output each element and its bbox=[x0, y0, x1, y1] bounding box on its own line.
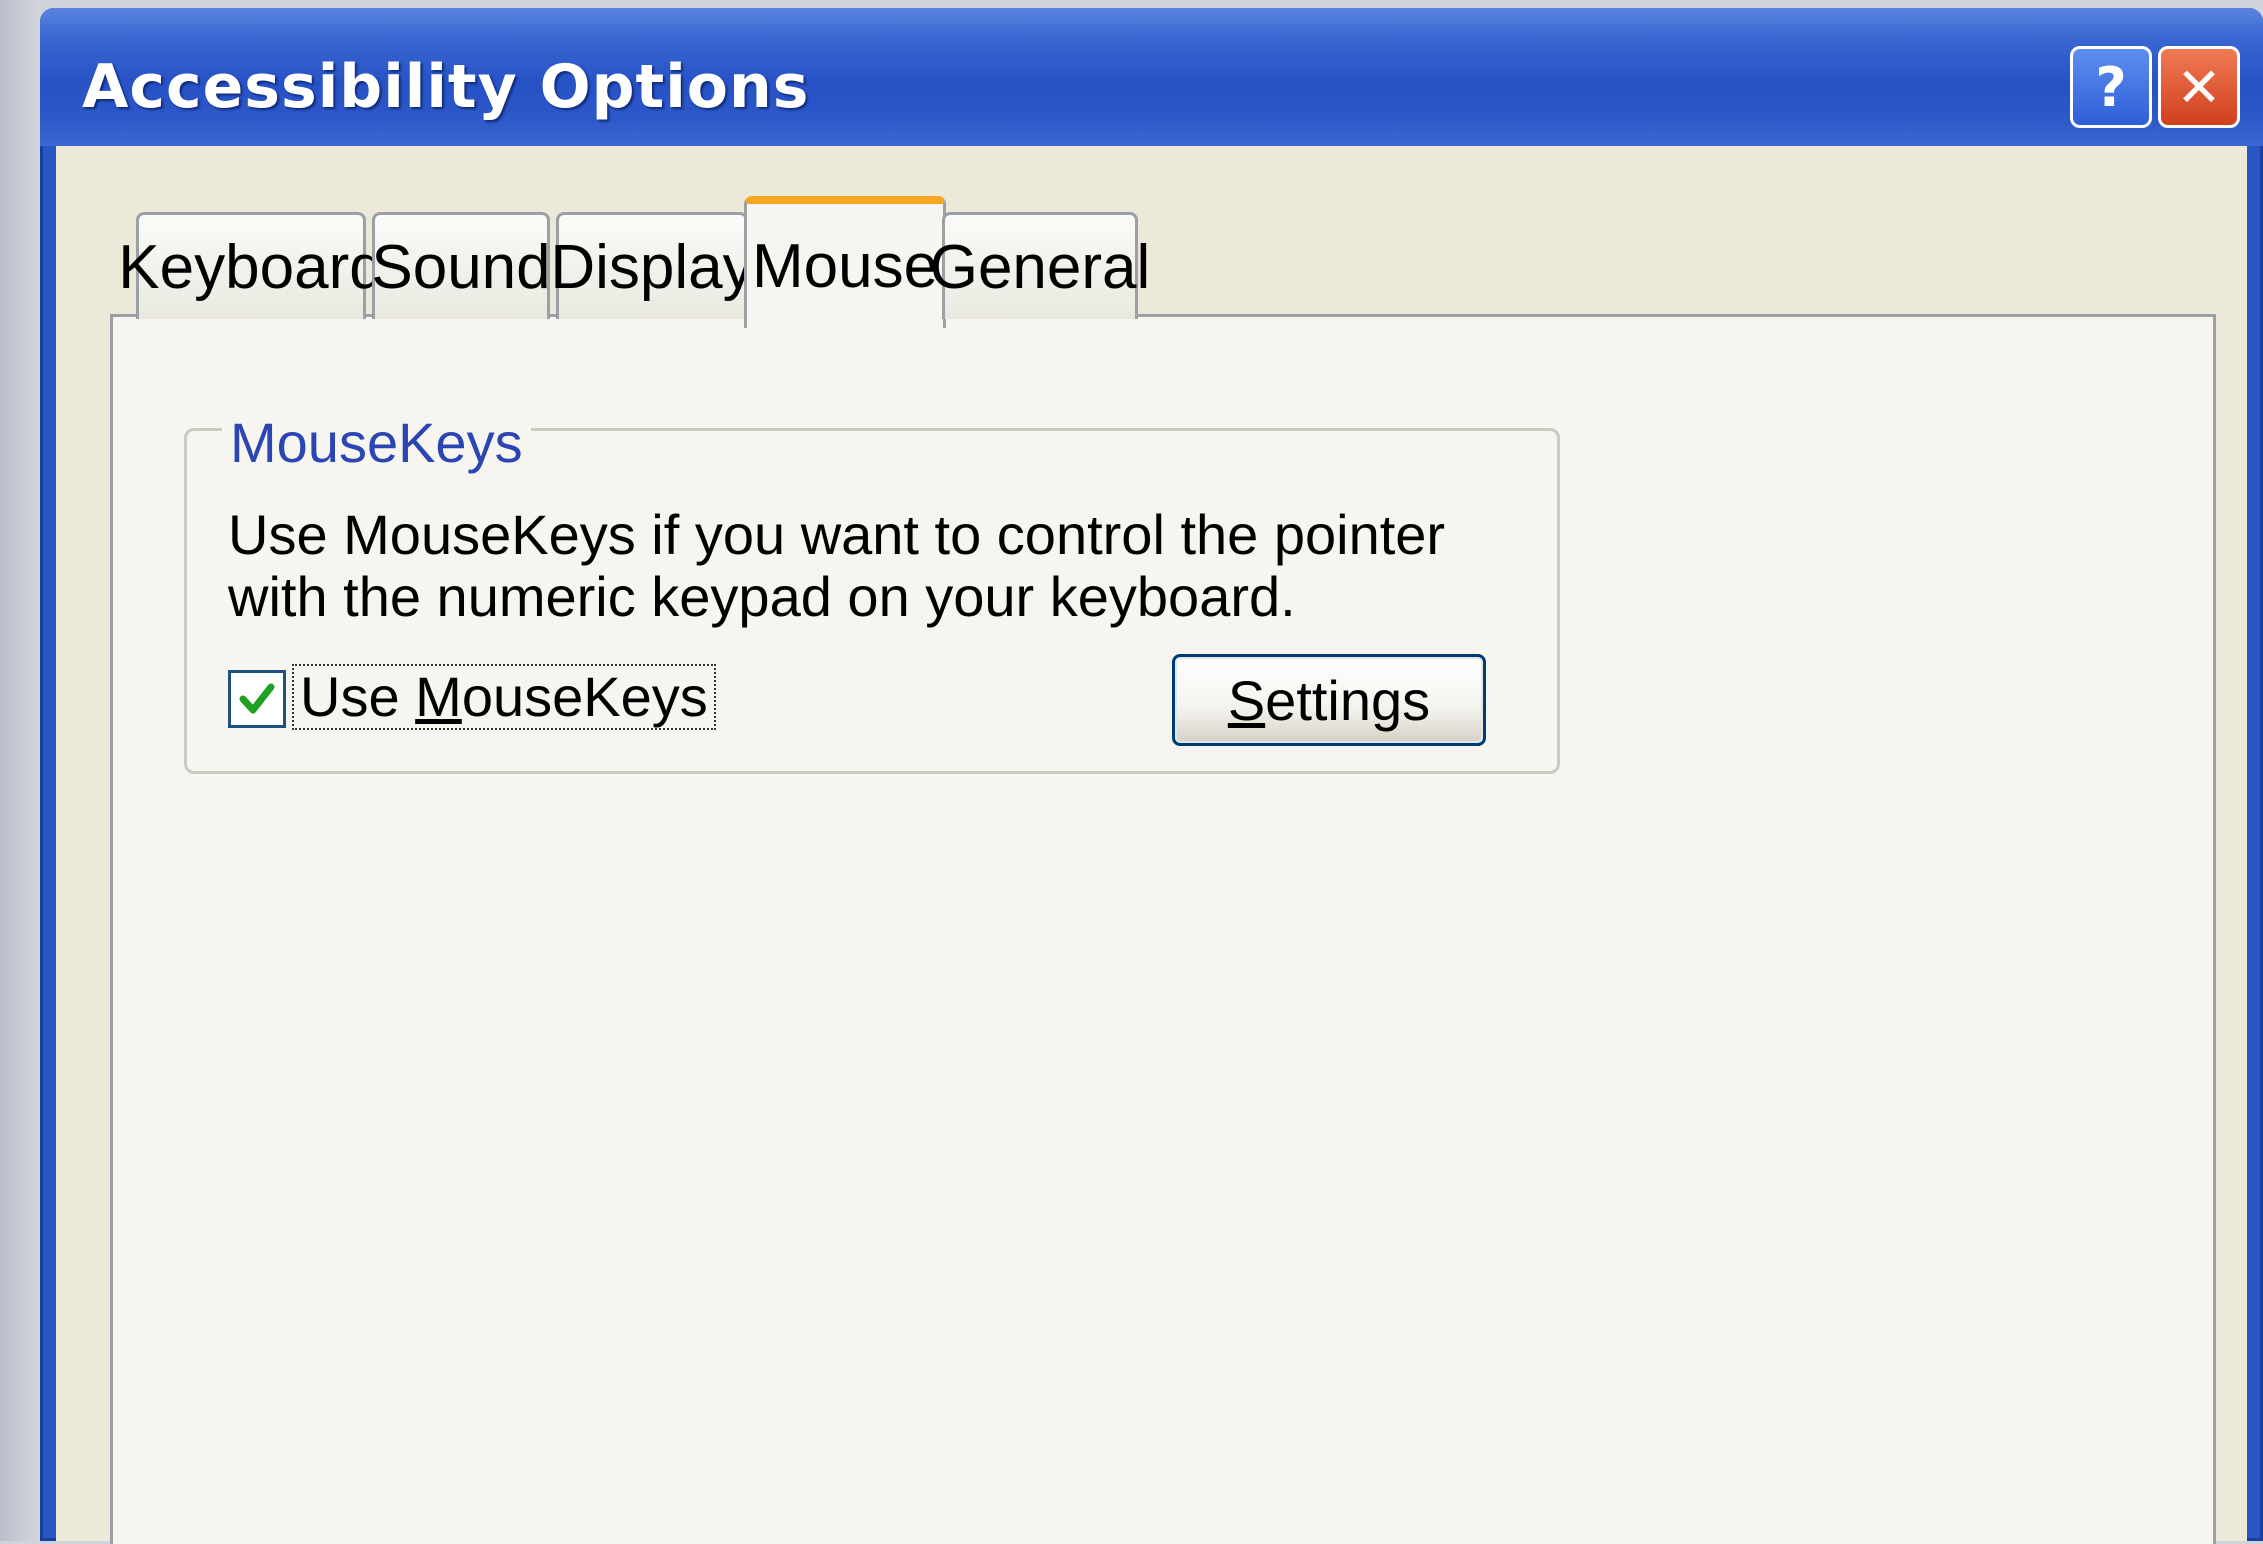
mousekeys-group-title: MouseKeys bbox=[222, 410, 531, 475]
background-strip bbox=[0, 0, 40, 1541]
tab-mouse[interactable]: Mouse bbox=[744, 196, 946, 328]
checkmark-icon bbox=[239, 683, 275, 714]
tab-display-label: Display bbox=[550, 232, 754, 302]
tab-general-label: General bbox=[929, 232, 1151, 302]
accessibility-options-window: Accessibility Options ? ✕ Keyboard Sound… bbox=[40, 8, 2263, 1544]
help-icon: ? bbox=[2095, 55, 2127, 119]
settings-label-rest: ettings bbox=[1265, 668, 1431, 732]
label-accelerator-key: M bbox=[415, 665, 462, 728]
tab-sound-label: Sound bbox=[371, 232, 551, 302]
settings-accelerator-key: S bbox=[1227, 668, 1266, 732]
label-text-prefix: Use bbox=[300, 665, 416, 728]
tab-keyboard-label: Keyboard bbox=[118, 232, 384, 302]
tab-mouse-label: Mouse bbox=[751, 231, 939, 301]
use-mousekeys-checkbox[interactable] bbox=[228, 670, 286, 728]
dialog-body: Keyboard Sound Display Mouse General Mou… bbox=[56, 146, 2247, 1544]
tab-keyboard[interactable]: Keyboard bbox=[118, 212, 384, 319]
title-bar[interactable]: Accessibility Options ? ✕ bbox=[40, 8, 2263, 146]
tab-general[interactable]: General bbox=[930, 212, 1150, 319]
use-mousekeys-label[interactable]: Use MouseKeys bbox=[292, 664, 716, 730]
mousekeys-description: Use MouseKeys if you want to control the… bbox=[228, 503, 1446, 628]
label-text-suffix: ouseKeys bbox=[461, 665, 708, 728]
close-button[interactable]: ✕ bbox=[2158, 46, 2240, 128]
tab-display[interactable]: Display bbox=[550, 212, 754, 319]
close-icon: ✕ bbox=[2176, 55, 2222, 119]
help-button[interactable]: ? bbox=[2070, 46, 2152, 128]
settings-button[interactable]: Settings bbox=[1172, 654, 1486, 746]
window-title: Accessibility Options bbox=[82, 52, 810, 122]
tab-sound[interactable]: Sound bbox=[371, 212, 551, 319]
